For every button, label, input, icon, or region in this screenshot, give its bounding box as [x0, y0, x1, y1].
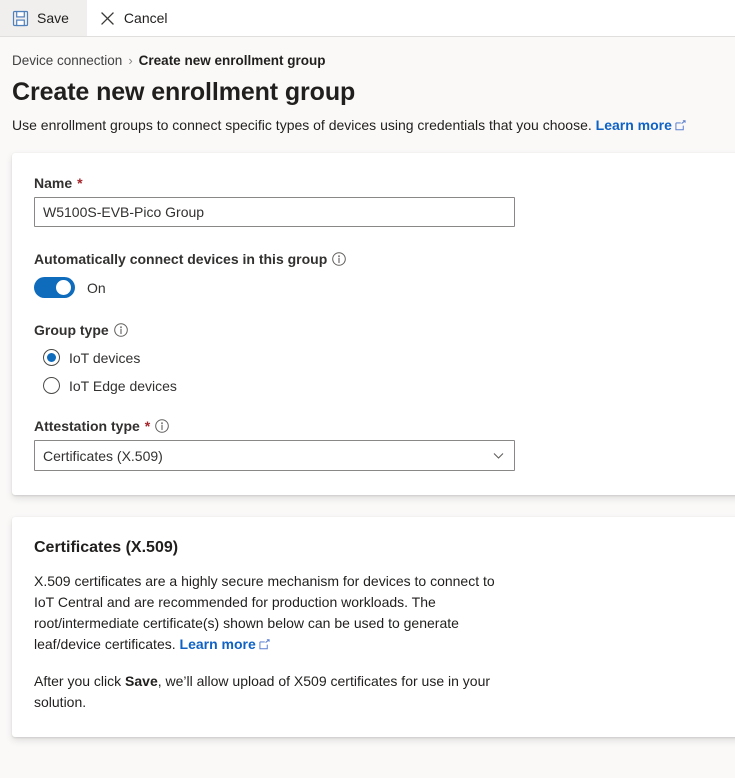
breadcrumb-item-device-connection[interactable]: Device connection: [12, 53, 122, 68]
certificates-card-title: Certificates (X.509): [34, 539, 179, 557]
attestation-type-section: Attestation type * Certificates (X.509): [34, 418, 727, 472]
radio-iot-devices-label: IoT devices: [69, 349, 141, 366]
name-field-label: Name *: [34, 175, 727, 191]
cancel-button[interactable]: Cancel: [87, 0, 182, 36]
breadcrumb-item-current: Create new enrollment group: [138, 53, 326, 68]
chevron-down-icon: [492, 449, 505, 462]
attestation-type-label: Attestation type *: [34, 418, 727, 434]
certificates-info-card: Certificates (X.509) X.509 certificates …: [12, 517, 735, 738]
info-circle-icon-auto-connect[interactable]: [332, 252, 347, 266]
radio-iot-edge-devices-indicator[interactable]: [43, 377, 60, 395]
breadcrumb-separator-icon: ›: [128, 53, 133, 68]
page-subtitle-text: Use enrollment groups to connect specifi…: [12, 116, 592, 133]
save-button[interactable]: Save: [0, 0, 87, 36]
group-type-label: Group type: [34, 322, 727, 338]
external-link-icon-certificates: [259, 635, 270, 650]
name-field-label-text: Name: [34, 175, 73, 192]
radio-option-iot-devices[interactable]: IoT devices: [34, 349, 727, 367]
page-body: Name * Automatically connect devices in …: [0, 153, 735, 778]
auto-connect-section: Automatically connect devices in this gr…: [34, 251, 727, 299]
group-type-label-text: Group type: [34, 322, 109, 339]
info-circle-icon-group-type[interactable]: [113, 323, 128, 337]
save-hint-paragraph: After you click Save, we’ll allow upload…: [34, 671, 516, 713]
learn-more-label-certificates: Learn more: [179, 636, 256, 653]
auto-connect-state-label: On: [87, 279, 106, 296]
auto-connect-label-text: Automatically connect devices in this gr…: [34, 251, 328, 268]
required-asterisk-name: *: [77, 175, 83, 192]
radio-iot-devices-indicator[interactable]: [43, 349, 60, 367]
page-title: Create new enrollment group: [12, 78, 356, 106]
attestation-type-selected-value: Certificates (X.509): [43, 447, 163, 464]
command-bar: Save Cancel: [0, 0, 735, 37]
auto-connect-toggle-row: On: [34, 277, 727, 299]
certificates-description-paragraph: X.509 certificates are a highly secure m…: [34, 571, 516, 655]
learn-more-label-header: Learn more: [595, 116, 672, 133]
learn-more-link-certificates[interactable]: Learn more: [180, 636, 256, 652]
info-circle-icon-attestation[interactable]: [155, 419, 170, 433]
group-type-section: Group type IoT devices IoT Edge devices: [34, 322, 727, 395]
auto-connect-label: Automatically connect devices in this gr…: [34, 251, 727, 267]
save-hint-bold: Save: [125, 673, 158, 690]
enrollment-form-card: Name * Automatically connect devices in …: [12, 153, 735, 496]
required-asterisk-attestation: *: [144, 418, 151, 435]
save-hint-before: After you click: [34, 673, 126, 690]
attestation-type-label-text: Attestation type: [34, 418, 140, 435]
page-header: Device connection › Create new enrollmen…: [0, 37, 735, 154]
toggle-knob: [56, 280, 71, 296]
name-input[interactable]: [34, 197, 515, 228]
radio-iot-edge-devices-label: IoT Edge devices: [69, 377, 177, 394]
close-x-icon: [99, 10, 116, 27]
breadcrumb: Device connection › Create new enrollmen…: [12, 53, 735, 68]
cancel-button-label: Cancel: [123, 10, 168, 26]
learn-more-link-header[interactable]: Learn more: [596, 117, 672, 133]
attestation-type-select[interactable]: Certificates (X.509): [34, 440, 515, 472]
page-subtitle: Use enrollment groups to connect specifi…: [12, 115, 735, 135]
save-button-label: Save: [37, 10, 69, 26]
auto-connect-toggle[interactable]: [34, 277, 75, 299]
radio-option-iot-edge-devices[interactable]: IoT Edge devices: [34, 377, 727, 395]
external-link-icon: [675, 116, 686, 130]
save-floppy-icon: [12, 10, 29, 27]
